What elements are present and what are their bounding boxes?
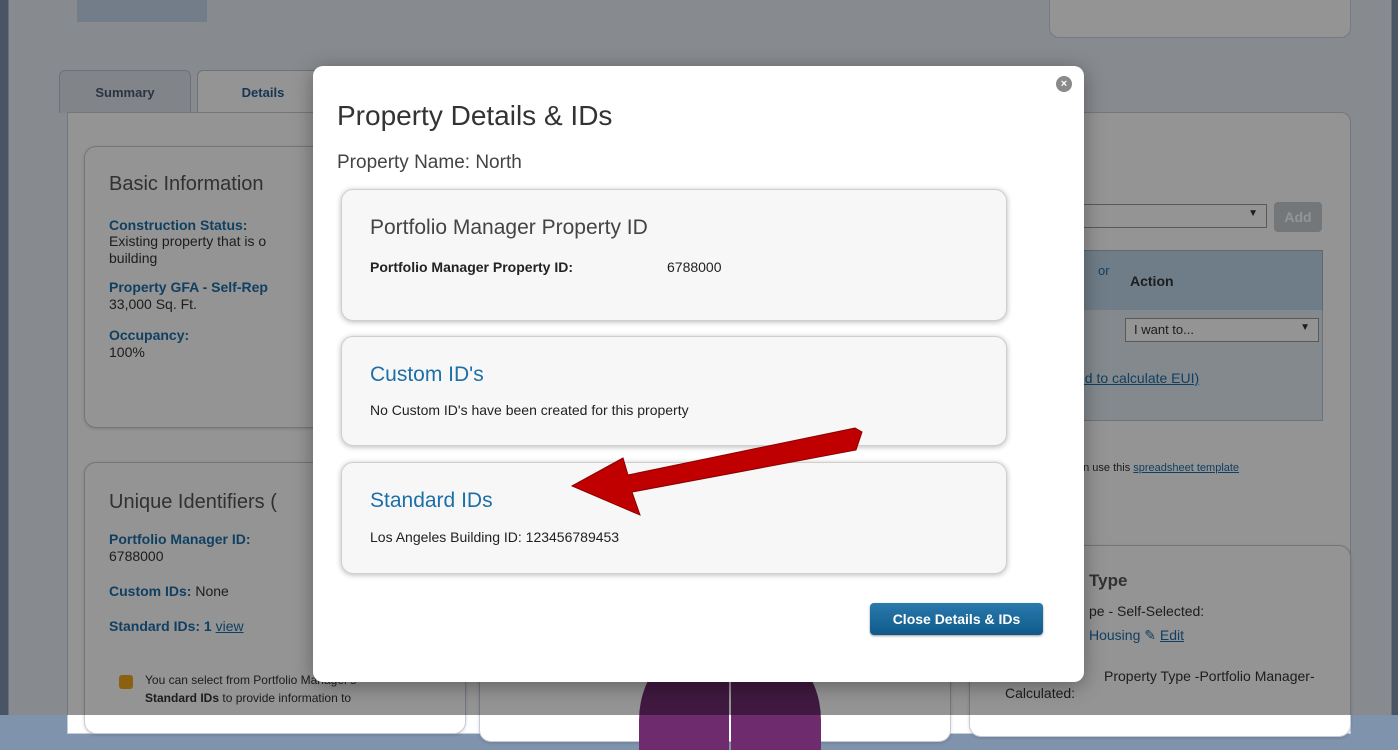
red-arrow-annotation	[570, 427, 863, 516]
arrow-icon	[570, 427, 863, 516]
